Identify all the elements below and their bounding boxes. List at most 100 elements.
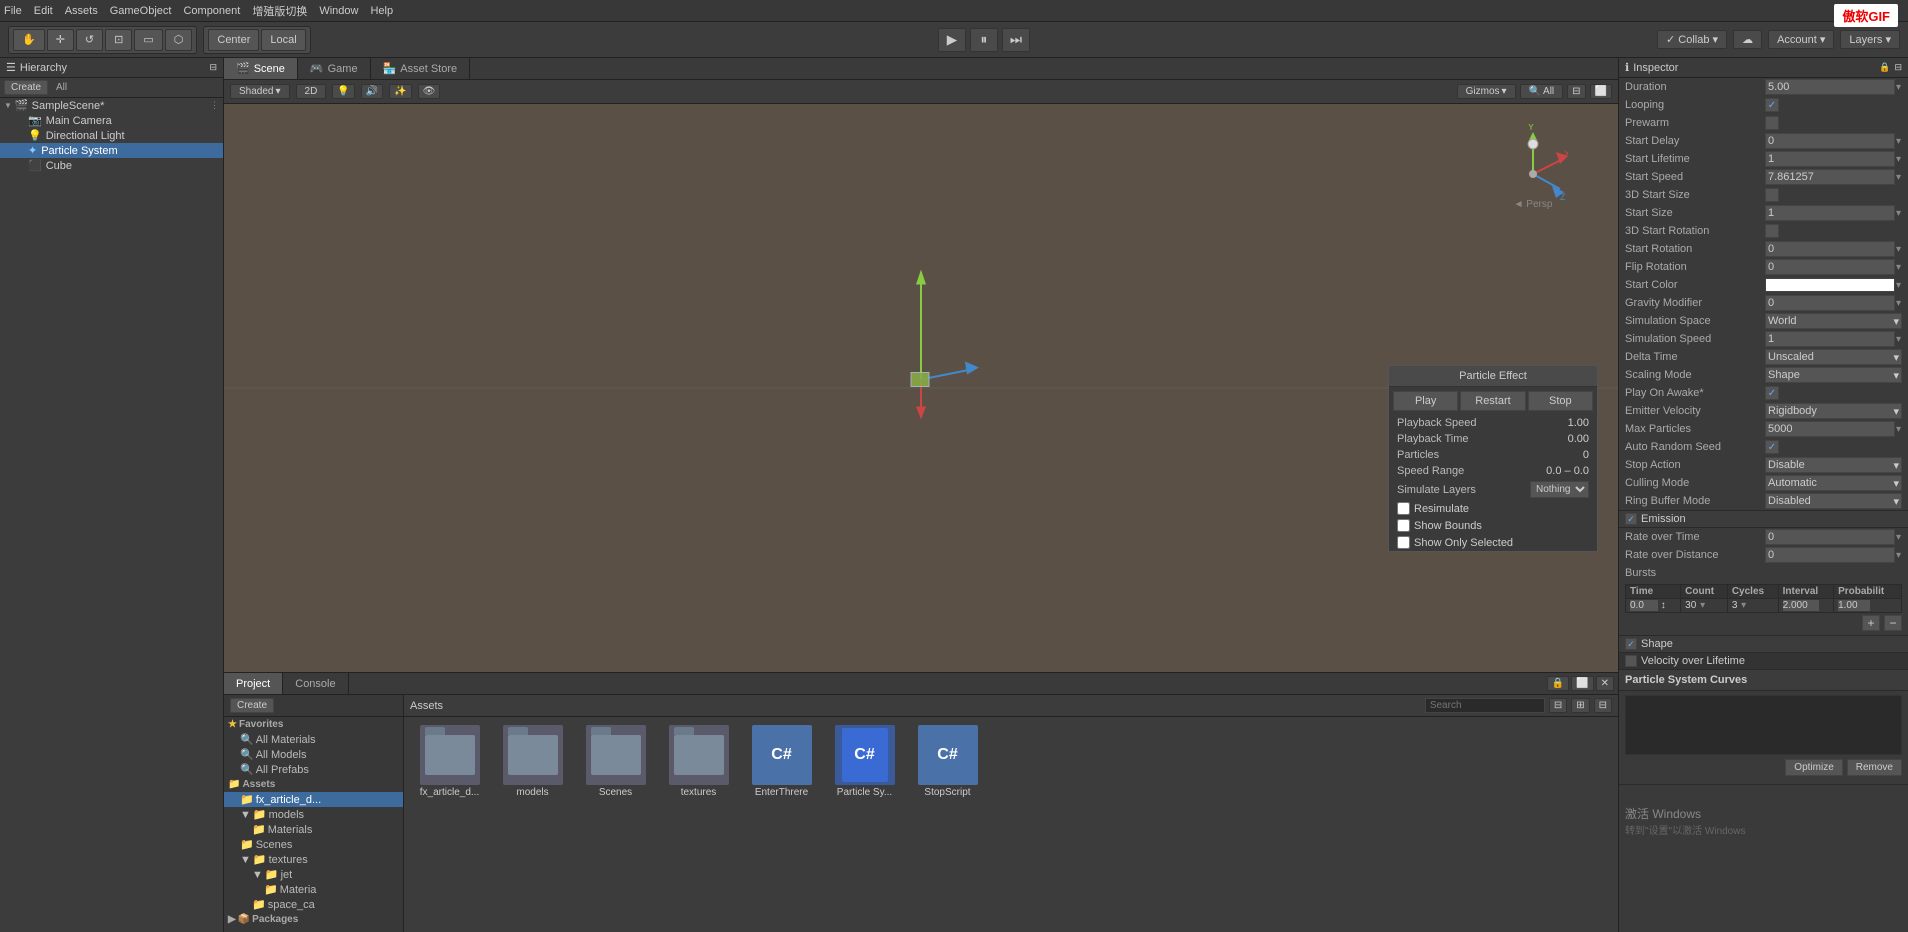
tree-all-models[interactable]: 🔍 All Models <box>224 747 403 762</box>
popup-resimulate-checkbox[interactable] <box>1397 502 1410 515</box>
velocity-section-header[interactable]: Velocity over Lifetime <box>1619 653 1908 670</box>
menu-edit[interactable]: Edit <box>34 5 53 17</box>
hierarchy-collapse[interactable]: ⊟ <box>209 62 217 73</box>
duration-arrow[interactable]: ▾ <box>1895 82 1902 93</box>
project-create-btn[interactable]: Create <box>230 698 274 713</box>
menu-assets[interactable]: Assets <box>65 5 98 17</box>
simulation-speed-input[interactable] <box>1765 331 1895 347</box>
ring-buffer-mode-dropdown[interactable]: Disabled ▾ <box>1765 493 1902 509</box>
bursts-count-dropdown[interactable]: ▾ <box>1699 600 1706 611</box>
start-color-arrow[interactable]: ▾ <box>1895 280 1902 291</box>
tab-scene[interactable]: 🎬 Scene <box>224 58 298 79</box>
inspector-lock-icon[interactable]: 🔒 <box>1879 62 1890 73</box>
tree-all-materials[interactable]: 🔍 All Materials <box>224 732 403 747</box>
collab-button[interactable]: ✓ Collab ▾ <box>1657 30 1727 49</box>
popup-show-only-selected-checkbox[interactable] <box>1397 536 1410 549</box>
tree-models[interactable]: ▼ 📁 models <box>224 807 403 822</box>
3d-start-size-checkbox[interactable] <box>1765 188 1779 202</box>
scene-viewport[interactable]: Y X Z ◄ Persp Particle <box>224 104 1618 672</box>
emitter-velocity-dropdown[interactable]: Rigidbody ▾ <box>1765 403 1902 419</box>
bursts-cycles-dropdown[interactable]: ▾ <box>1740 600 1747 611</box>
simulation-speed-arrow[interactable]: ▾ <box>1895 334 1902 345</box>
particle-stop-btn[interactable]: Stop <box>1528 391 1593 411</box>
popup-simulate-layers-select[interactable]: Nothing <box>1530 481 1589 498</box>
bursts-probability-input[interactable] <box>1838 600 1870 611</box>
start-speed-arrow[interactable]: ▾ <box>1895 172 1902 183</box>
assets-view-grid-btn[interactable]: ⊞ <box>1571 698 1589 713</box>
asset-enter-there[interactable]: C# EnterThrere <box>744 725 819 798</box>
account-button[interactable]: Account ▾ <box>1768 30 1834 49</box>
assets-view-list-btn[interactable]: ⊟ <box>1549 698 1567 713</box>
local-btn[interactable]: Local <box>261 29 305 51</box>
assets-search-input[interactable] <box>1425 698 1545 713</box>
remove-btn[interactable]: Remove <box>1847 759 1902 776</box>
asset-models[interactable]: models <box>495 725 570 798</box>
flip-rotation-input[interactable] <box>1765 259 1895 275</box>
auto-random-seed-checkbox[interactable] <box>1765 440 1779 454</box>
scene-all-btn[interactable]: 🔍 All <box>1520 84 1564 99</box>
start-delay-input[interactable] <box>1765 133 1895 149</box>
tree-fx-article[interactable]: 📁 fx_article_d... <box>224 792 403 807</box>
bursts-add-btn[interactable]: + <box>1862 615 1880 631</box>
popup-show-bounds-checkbox[interactable] <box>1397 519 1410 532</box>
simulation-space-dropdown[interactable]: World ▾ <box>1765 313 1902 329</box>
start-size-input[interactable] <box>1765 205 1895 221</box>
start-lifetime-input[interactable] <box>1765 151 1895 167</box>
hand-tool[interactable]: ✋ <box>13 29 45 51</box>
tab-project[interactable]: Project <box>224 673 283 694</box>
asset-particle-sy[interactable]: C# Particle Sy... <box>827 725 902 798</box>
shaded-btn[interactable]: Shaded ▾ <box>230 84 290 99</box>
tab-game[interactable]: 🎮 Game <box>298 58 371 79</box>
asset-stop-script[interactable]: C# StopScript <box>910 725 985 798</box>
tab-asset-store[interactable]: 🏪 Asset Store <box>371 58 471 79</box>
rect-tool[interactable]: ▭ <box>134 29 162 51</box>
culling-mode-dropdown[interactable]: Automatic ▾ <box>1765 475 1902 491</box>
lights-btn[interactable]: 💡 <box>332 84 354 99</box>
tree-jet[interactable]: ▼ 📁 jet <box>224 867 403 882</box>
scene-settings-btn[interactable]: ⊟ <box>1567 84 1585 99</box>
gravity-modifier-input[interactable] <box>1765 295 1895 311</box>
menu-special[interactable]: 增殖版切换 <box>252 3 307 19</box>
hierarchy-cube[interactable]: ⬛ Cube <box>0 158 223 173</box>
transform-tool[interactable]: ⬡ <box>165 29 193 51</box>
tree-all-prefabs[interactable]: 🔍 All Prefabs <box>224 762 403 777</box>
rate-over-distance-input[interactable] <box>1765 547 1895 563</box>
tree-textures[interactable]: ▼ 📁 textures <box>224 852 403 867</box>
prewarm-checkbox[interactable] <box>1765 116 1779 130</box>
bottom-close-btn[interactable]: ✕ <box>1596 676 1614 691</box>
bursts-remove-btn[interactable]: − <box>1884 615 1902 631</box>
asset-fx-article[interactable]: fx_article_d... <box>412 725 487 798</box>
2d-btn[interactable]: 2D <box>296 84 327 99</box>
shape-section-header[interactable]: Shape <box>1619 636 1908 653</box>
assets-collapse-btn[interactable]: ⊟ <box>1594 698 1612 713</box>
shape-checkbox[interactable] <box>1625 638 1637 650</box>
optimize-btn[interactable]: Optimize <box>1785 759 1842 776</box>
asset-textures[interactable]: textures <box>661 725 736 798</box>
tab-console[interactable]: Console <box>283 673 348 694</box>
rate-over-time-arrow[interactable]: ▾ <box>1895 532 1902 543</box>
start-size-arrow[interactable]: ▾ <box>1895 208 1902 219</box>
scaling-mode-dropdown[interactable]: Shape ▾ <box>1765 367 1902 383</box>
hierarchy-directional-light[interactable]: 💡 Directional Light <box>0 128 223 143</box>
gizmos-btn[interactable]: Gizmos ▾ <box>1457 84 1516 99</box>
max-particles-input[interactable] <box>1765 421 1895 437</box>
flip-rotation-arrow[interactable]: ▾ <box>1895 262 1902 273</box>
hierarchy-create-btn[interactable]: Create <box>4 80 48 95</box>
curves-area[interactable] <box>1625 695 1902 755</box>
delta-time-dropdown[interactable]: Unscaled ▾ <box>1765 349 1902 365</box>
start-rotation-arrow[interactable]: ▾ <box>1895 244 1902 255</box>
3d-start-rotation-checkbox[interactable] <box>1765 224 1779 238</box>
step-button[interactable]: ⏭ <box>1002 28 1030 52</box>
start-lifetime-arrow[interactable]: ▾ <box>1895 154 1902 165</box>
tree-space-ca[interactable]: 📁 space_ca <box>224 897 403 912</box>
looping-checkbox[interactable] <box>1765 98 1779 112</box>
hierarchy-particle-system[interactable]: ✦ Particle System <box>0 143 223 158</box>
gravity-modifier-arrow[interactable]: ▾ <box>1895 298 1902 309</box>
layers-button[interactable]: Layers ▾ <box>1840 30 1900 49</box>
emission-section-header[interactable]: Emission <box>1619 511 1908 528</box>
tree-materia[interactable]: 📁 Materia <box>224 882 403 897</box>
bursts-interval-input[interactable] <box>1783 600 1819 611</box>
move-tool[interactable]: ✛ <box>47 29 74 51</box>
bottom-maximize-btn[interactable]: ⬜ <box>1571 676 1593 691</box>
emission-checkbox[interactable] <box>1625 513 1637 525</box>
